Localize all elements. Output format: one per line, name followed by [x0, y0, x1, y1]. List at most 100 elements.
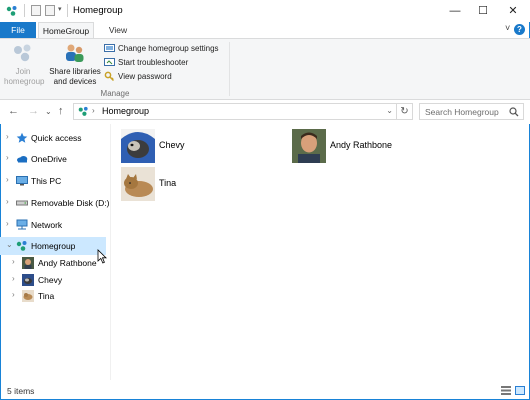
share-label-line2: and devices [53, 76, 97, 86]
expand-arrow-icon[interactable]: › [6, 132, 9, 141]
computer-icon [16, 176, 28, 186]
nav-label: Tina [38, 291, 55, 301]
customize-toolbar-icon[interactable]: ▾ [58, 5, 62, 13]
title-separator [67, 4, 68, 17]
nav-label: Homegroup [31, 241, 76, 251]
item-label: Tina [159, 178, 177, 188]
expand-arrow-icon[interactable]: › [6, 175, 9, 184]
expand-arrow-icon[interactable]: › [12, 290, 15, 299]
start-troubleshooter-button[interactable]: Start troubleshooter [104, 56, 188, 70]
large-icons-view-icon[interactable] [515, 386, 525, 395]
nav-label: Removable Disk (D:) [31, 198, 110, 208]
user-avatar-icon [22, 290, 34, 302]
troubleshooter-icon [104, 58, 115, 67]
breadcrumb-homegroup[interactable]: Homegroup [102, 106, 149, 116]
view-password-label: View password [118, 72, 172, 81]
cloud-icon [17, 156, 28, 163]
recent-locations-icon[interactable]: ⌄ [45, 107, 52, 116]
back-button[interactable]: ← [8, 105, 19, 117]
forward-button[interactable]: → [28, 105, 39, 117]
address-bar[interactable]: › Homegroup ⌄ ↻ [73, 103, 413, 120]
join-label-line2: homegroup [4, 76, 45, 86]
ribbon: Join homegroup Share libraries and devic… [0, 38, 530, 100]
nav-item-network[interactable]: › Network [0, 216, 106, 234]
nav-item-andy-rathbone[interactable]: › Andy Rathbone [0, 254, 106, 272]
nav-item-this-pc[interactable]: › This PC [0, 172, 106, 190]
expand-arrow-icon[interactable]: › [6, 197, 9, 206]
homegroup-breadcrumb-icon [78, 106, 88, 116]
title-bar: ▾ Homegroup — ☐ ✕ [0, 0, 530, 22]
tab-homegroup[interactable]: HomeGroup [38, 22, 94, 38]
address-row: ← → ⌄ ↑ › Homegroup ⌄ ↻ Search Homegroup [0, 100, 530, 124]
drive-icon [16, 200, 28, 206]
nav-label: Network [31, 220, 63, 230]
content-item-chevy[interactable]: Chevy [121, 129, 291, 163]
properties-icon[interactable] [31, 5, 41, 16]
item-label: Andy Rathbone [330, 140, 393, 150]
search-icon [509, 107, 519, 117]
expand-arrow-icon[interactable]: › [6, 153, 9, 162]
homegroup-icon [16, 241, 27, 251]
join-homegroup-icon [14, 44, 31, 62]
expand-arrow-icon[interactable]: › [12, 274, 15, 283]
window-title: Homegroup [73, 5, 123, 16]
content-item-tina[interactable]: Tina [121, 167, 291, 201]
nav-item-onedrive[interactable]: › OneDrive [0, 150, 106, 168]
expand-arrow-icon[interactable]: › [12, 257, 15, 266]
change-homegroup-settings-button[interactable]: Change homegroup settings [104, 42, 219, 56]
new-folder-icon[interactable] [45, 5, 55, 16]
content-item-andy-rathbone[interactable]: Andy Rathbone [292, 129, 462, 163]
user-avatar-icon [22, 257, 34, 269]
homegroup-icon [6, 6, 17, 16]
navigation-pane: › Quick access › OneDrive › This PC › Re… [0, 124, 110, 380]
tina-avatar-icon [121, 167, 155, 201]
share-users-icon [66, 44, 84, 62]
ribbon-group-separator [229, 42, 230, 96]
andy-rathbone-avatar-icon [292, 129, 326, 163]
star-icon [16, 132, 28, 143]
breadcrumb-chevron-icon[interactable]: › [92, 106, 95, 115]
item-count: 5 items [7, 386, 35, 396]
mouse-cursor-icon [97, 249, 107, 264]
address-dropdown-icon[interactable]: ⌄ [386, 106, 393, 115]
chevy-avatar-icon [121, 129, 155, 163]
network-icon [16, 219, 28, 230]
qa-separator [24, 4, 25, 17]
nav-item-homegroup[interactable]: ⌄ Homegroup [0, 237, 106, 255]
tab-file[interactable]: File [0, 22, 36, 38]
item-label: Chevy [159, 140, 185, 150]
status-bar: 5 items [0, 380, 530, 400]
nav-label: Andy Rathbone [38, 258, 97, 268]
nav-label: This PC [31, 176, 62, 186]
nav-item-quick-access[interactable]: › Quick access [0, 129, 106, 147]
up-button[interactable]: ↑ [58, 105, 64, 117]
tab-view[interactable]: View [100, 22, 136, 38]
change-settings-label: Change homegroup settings [118, 44, 219, 53]
share-libraries-button[interactable]: Share libraries and devices [49, 41, 101, 86]
search-input[interactable]: Search Homegroup [419, 103, 524, 120]
nav-item-removable-disk[interactable]: › Removable Disk (D:) [0, 194, 110, 212]
details-view-icon[interactable] [501, 386, 511, 395]
settings-icon [104, 44, 115, 53]
join-label-line1: Join [15, 67, 31, 76]
view-password-button[interactable]: View password [104, 70, 172, 84]
expand-arrow-icon[interactable]: › [6, 219, 9, 228]
ribbon-tabs: File HomeGroup View ˅ ? [0, 22, 530, 38]
nav-item-tina[interactable]: › Tina [0, 287, 106, 305]
search-placeholder: Search Homegroup [425, 107, 499, 117]
nav-label: OneDrive [31, 154, 67, 164]
help-icon[interactable]: ? [514, 24, 525, 35]
manage-group-label: Manage [100, 89, 130, 98]
maximize-button[interactable]: ☐ [469, 0, 497, 22]
collapse-arrow-icon[interactable]: ⌄ [6, 240, 13, 249]
share-label-line1: Share libraries [49, 67, 101, 76]
join-homegroup-button[interactable]: Join homegroup [4, 41, 45, 86]
minimize-button[interactable]: — [441, 0, 469, 22]
refresh-button[interactable]: ↻ [396, 104, 412, 119]
close-button[interactable]: ✕ [499, 0, 527, 22]
nav-label: Quick access [31, 133, 82, 143]
nav-label: Chevy [38, 275, 63, 285]
pane-divider[interactable] [110, 124, 111, 380]
troubleshooter-label: Start troubleshooter [118, 58, 189, 67]
expand-ribbon-icon[interactable]: ˅ [505, 23, 510, 33]
